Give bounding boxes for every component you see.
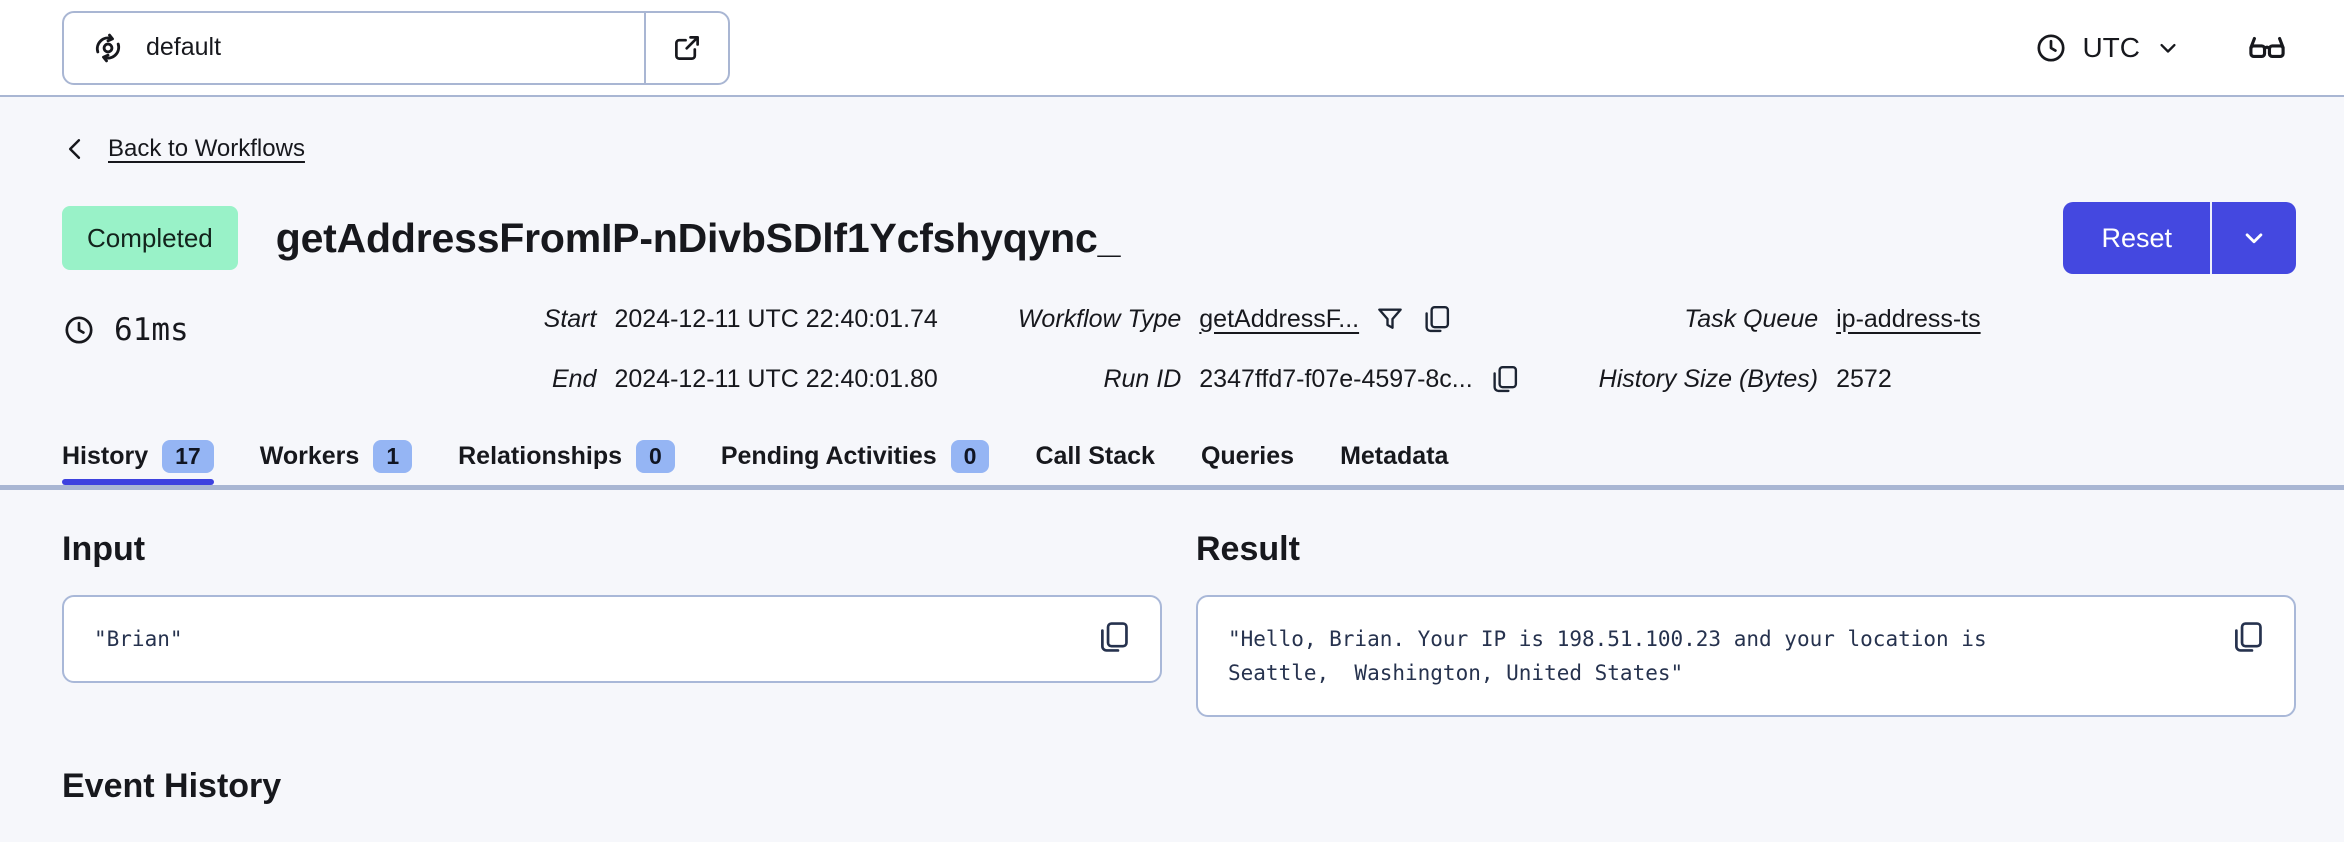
workflow-tabs: History 17 Workers 1 Relationships 0 Pen… (62, 440, 2296, 485)
detail-col-queue: Task Queue ip-address-ts History Size (B… (1599, 304, 1981, 394)
labs-mode-button[interactable] (2246, 27, 2288, 69)
result-heading: Result (1196, 530, 1300, 568)
detail-label-end: End (551, 364, 597, 393)
tab-count-badge: 0 (950, 440, 990, 473)
workflow-type-copy-button[interactable] (1421, 304, 1451, 334)
tab-label: Pending Activities (720, 442, 937, 470)
input-panel: Input "Brian" (62, 530, 1162, 717)
back-link-label: Back to Workflows (108, 135, 305, 162)
status-badge: Completed (62, 206, 238, 270)
timezone-label: UTC (2082, 31, 2140, 63)
workflow-type-filter-button[interactable] (1375, 304, 1405, 334)
chevron-left-icon (62, 135, 90, 163)
copy-icon (1096, 620, 1130, 654)
filter-funnel-icon (1375, 304, 1405, 334)
reset-button[interactable]: Reset (2063, 202, 2212, 274)
external-link-icon (670, 31, 704, 65)
chevron-down-icon (2239, 223, 2269, 253)
detail-value-start: 2024-12-11 UTC 22:40:01.74 (614, 304, 938, 333)
copy-icon (1421, 304, 1451, 334)
workflow-header: Completed getAddressFromIP-nDivbSDlf1Ycf… (62, 202, 2296, 274)
detail-col-times: Start 2024-12-11 UTC 22:40:01.74 End 202… (544, 304, 938, 394)
tab-label: Call Stack (1035, 442, 1155, 470)
copy-icon (2230, 620, 2264, 654)
input-copy-button[interactable] (1096, 620, 1130, 654)
tab-metadata[interactable]: Metadata (1340, 442, 1448, 483)
detail-col-ids: Workflow Type getAddressF... Run ID 2347… (1018, 304, 1519, 394)
run-id-value: 2347ffd7-f07e-4597-8c... (1199, 364, 1473, 393)
clock-icon (62, 313, 96, 347)
tab-label: Metadata (1340, 442, 1449, 470)
chevron-down-icon (2154, 34, 2182, 62)
tab-history[interactable]: History 17 (62, 440, 214, 485)
clock-icon (2034, 31, 2068, 65)
tab-label: Workers (259, 442, 360, 470)
result-content: "Hello, Brian. Your IP is 198.51.100.23 … (1228, 627, 1987, 685)
run-id-copy-button[interactable] (1489, 364, 1519, 394)
detail-label-run-id: Run ID (1103, 364, 1182, 393)
timezone-dropdown[interactable]: UTC (2028, 30, 2188, 66)
tab-relationships[interactable]: Relationships 0 (458, 440, 675, 485)
tabs-divider (0, 485, 2344, 490)
top-bar-controls: UTC (2028, 27, 2288, 69)
input-result-panels: Input "Brian" Result "Hello, Brian. Your… (62, 530, 2296, 717)
event-history-heading: Event History (62, 767, 282, 805)
result-codebox: "Hello, Brian. Your IP is 198.51.100.23 … (1196, 595, 2296, 717)
namespace-open-button[interactable] (646, 13, 728, 83)
tab-call-stack[interactable]: Call Stack (1035, 442, 1155, 483)
back-to-workflows-link[interactable]: Back to Workflows (62, 135, 305, 163)
input-codebox: "Brian" (62, 595, 1162, 683)
workflow-stats-row: 61ms Start 2024-12-11 UTC 22:40:01.74 En… (62, 304, 2296, 394)
detail-label-task-queue: Task Queue (1684, 304, 1819, 333)
tab-count-badge: 0 (636, 440, 675, 473)
copy-icon (1489, 364, 1519, 394)
glasses-icon (2246, 27, 2288, 69)
top-bar: default UTC (0, 0, 2344, 97)
detail-label-workflow-type: Workflow Type (1017, 304, 1182, 333)
namespace-selector[interactable]: default (62, 10, 730, 85)
workflow-detail-page: Back to Workflows Completed getAddressFr… (0, 97, 2344, 806)
tab-workers[interactable]: Workers 1 (259, 440, 413, 485)
tab-count-badge: 1 (373, 440, 413, 473)
tab-pending-activities[interactable]: Pending Activities 0 (721, 440, 990, 485)
task-queue-link[interactable]: ip-address-ts (1836, 305, 1981, 334)
detail-value-end: 2024-12-11 UTC 22:40:01.80 (614, 364, 938, 393)
tab-label: History (62, 442, 149, 470)
input-content: "Brian" (94, 627, 183, 651)
duration-value: 61ms (114, 312, 189, 348)
reset-split-button: Reset (2063, 202, 2296, 274)
tab-queries[interactable]: Queries (1201, 442, 1294, 483)
tab-label: Relationships (458, 442, 623, 470)
result-panel: Result "Hello, Brian. Your IP is 198.51.… (1196, 530, 2296, 717)
tab-label: Queries (1200, 442, 1295, 470)
namespace-switcher-icon (90, 30, 126, 66)
detail-label-start: Start (543, 304, 597, 333)
workflow-type-link[interactable]: getAddressF... (1199, 305, 1359, 334)
input-heading: Input (62, 530, 146, 568)
namespace-name: default (146, 33, 222, 61)
tab-count-badge: 17 (162, 440, 214, 473)
result-copy-button[interactable] (2230, 620, 2264, 654)
namespace-selector-value[interactable]: default (64, 12, 646, 83)
workflow-title: getAddressFromIP-nDivbSDlf1Ycfshyqync_ (275, 214, 1121, 261)
reset-dropdown-toggle[interactable] (2212, 202, 2296, 274)
workflow-details-grid: Start 2024-12-11 UTC 22:40:01.74 End 202… (544, 304, 1981, 394)
history-size-value: 2572 (1836, 364, 1892, 393)
workflow-duration: 61ms (62, 312, 189, 348)
detail-label-history-size: History Size (Bytes) (1598, 364, 1819, 393)
